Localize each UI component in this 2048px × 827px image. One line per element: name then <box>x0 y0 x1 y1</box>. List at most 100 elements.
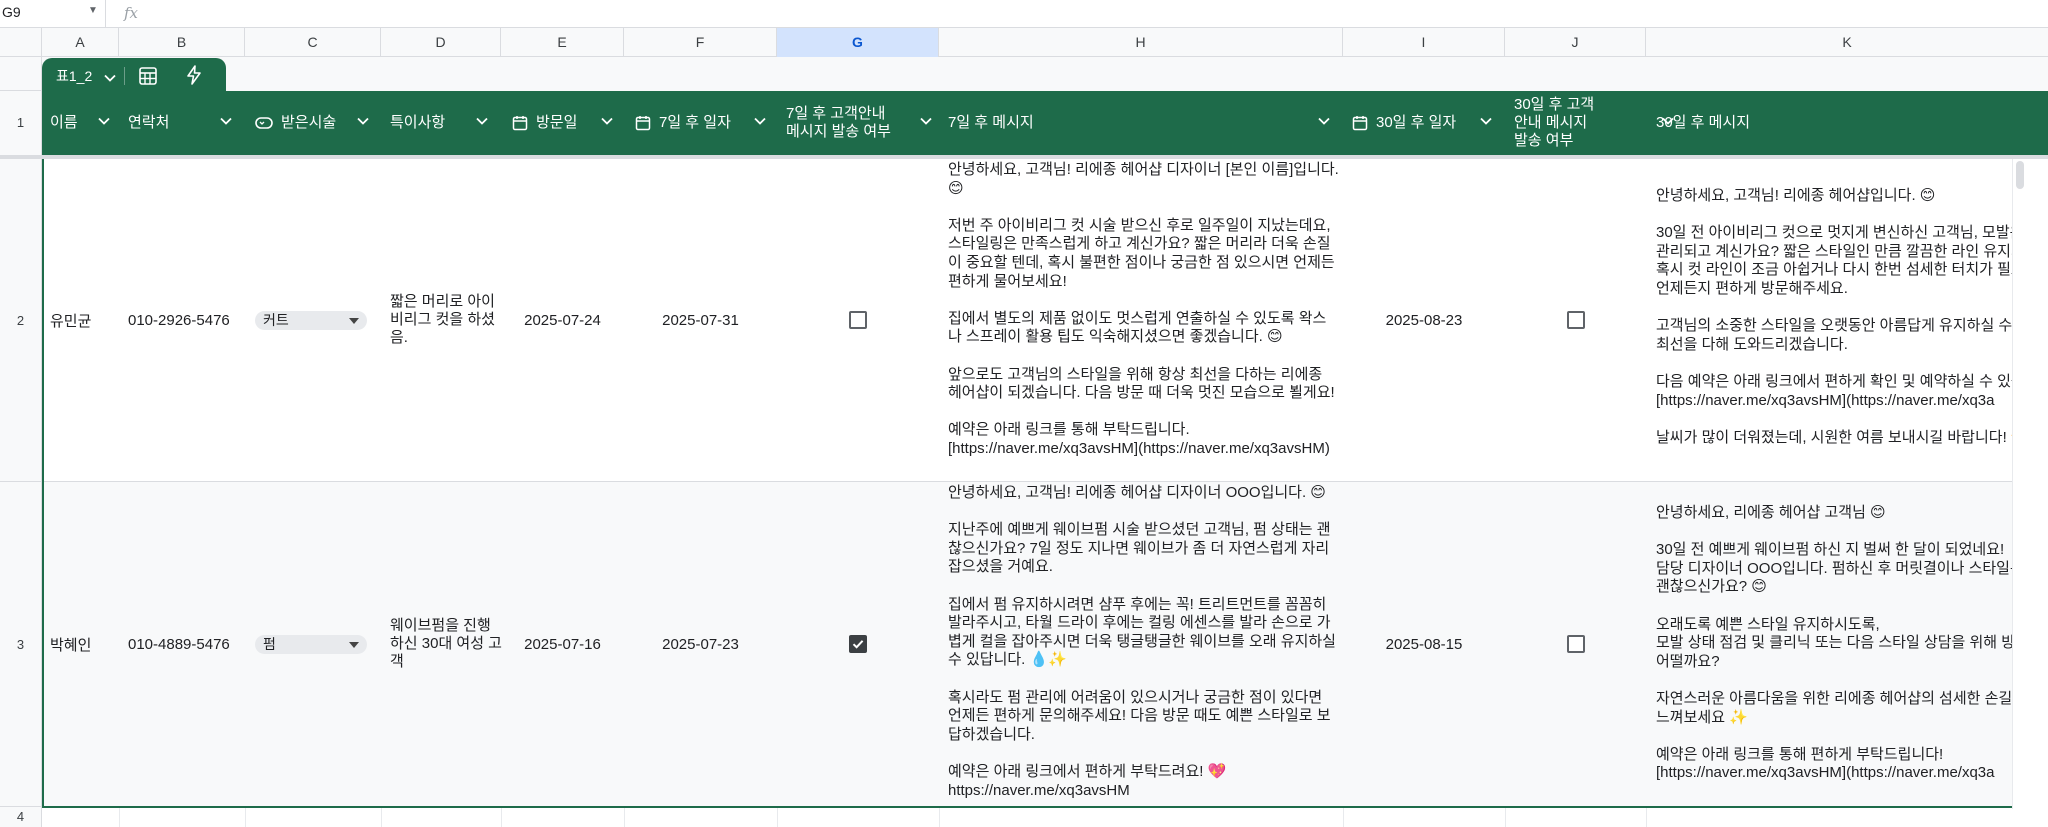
after30-sent-checkbox[interactable] <box>1566 311 1585 329</box>
cell-phone[interactable]: 010-4889-5476 <box>128 482 248 806</box>
chip-dropdown-icon[interactable] <box>349 317 359 324</box>
service-chip[interactable]: 펌 <box>255 634 367 654</box>
row-header-2[interactable]: 2 <box>0 159 42 482</box>
header-after30-date[interactable]: 30일 후 일자 <box>1352 91 1502 155</box>
chevron-down-icon[interactable] <box>220 117 232 125</box>
cell-service[interactable]: 펌 <box>255 482 380 806</box>
table-name[interactable]: 표1_2 <box>56 66 92 86</box>
row-header-3[interactable]: 3 <box>0 482 42 807</box>
header-after7-date[interactable]: 7일 후 일자 <box>635 91 780 155</box>
chevron-down-icon[interactable] <box>754 117 766 125</box>
column-header-f[interactable]: F <box>624 28 777 57</box>
header-after7-sent[interactable]: 7일 후 고객안내 메시지 발송 여부 <box>786 91 938 155</box>
chevron-down-icon[interactable] <box>98 117 110 125</box>
name-box[interactable]: G9 ▼ <box>0 0 106 27</box>
cell-visit-date[interactable]: 2025-07-16 <box>501 482 624 806</box>
cell-after30-sent[interactable] <box>1505 482 1646 806</box>
chevron-down-icon[interactable] <box>104 69 116 86</box>
table-border-bottom <box>42 806 2012 808</box>
column-header-d[interactable]: D <box>381 28 501 57</box>
column-header-i[interactable]: I <box>1343 28 1505 57</box>
header-phone[interactable]: 연락처 <box>128 91 246 155</box>
cell-name[interactable]: 유민균 <box>50 159 120 481</box>
chevron-down-icon[interactable] <box>920 117 932 125</box>
header-after7-sent-line2: 메시지 발송 여부 <box>786 123 891 140</box>
cell-after7-date[interactable]: 2025-07-23 <box>624 482 777 806</box>
cell-after7-msg[interactable]: 안녕하세요, 고객님! 리에종 헤어샵 디자이너 OOO입니다. 😊 지난주에 … <box>948 484 1340 805</box>
header-after30-sent[interactable]: 30일 후 고객 안내 메시지 발송 여부 <box>1514 91 1674 155</box>
cell-after30-date[interactable]: 2025-08-23 <box>1343 159 1505 481</box>
gridline <box>1505 807 1506 827</box>
scrollbar-thumb[interactable] <box>2016 161 2024 189</box>
gridline <box>245 807 246 827</box>
header-notes[interactable]: 특이사항 <box>390 91 502 155</box>
header-after30-msg-label: 30일 후 메시지 <box>1656 114 1751 131</box>
table-tab-band <box>42 57 2048 91</box>
column-header-c[interactable]: C <box>245 28 381 57</box>
header-after7-msg[interactable]: 7일 후 메시지 <box>948 91 1338 155</box>
cell-after7-msg[interactable]: 안녕하세요, 고객님! 리에종 헤어샵 디자이너 [본인 이름]입니다. 😊 저… <box>948 161 1340 480</box>
table-row: 박혜인 010-4889-5476 펌 웨이브펌을 진행하신 30대 여성 고객… <box>42 482 2012 807</box>
cell-after30-msg[interactable]: 안녕하세요, 리에종 헤어샵 고객님 😊 30일 전 예쁘게 웨이브펌 하신 지… <box>1656 504 2012 804</box>
column-header-e[interactable]: E <box>501 28 624 57</box>
row-header-blank <box>0 57 42 91</box>
column-header-k[interactable]: K <box>1646 28 2048 57</box>
header-phone-label: 연락처 <box>128 114 170 131</box>
after7-sent-checkbox[interactable] <box>849 635 867 653</box>
cell-after7-date[interactable]: 2025-07-31 <box>624 159 777 481</box>
chevron-down-icon[interactable] <box>1318 117 1330 125</box>
service-chip-label: 커트 <box>263 311 289 328</box>
header-visit-date-label: 방문일 <box>536 114 578 131</box>
cell-after7-sent[interactable] <box>777 482 939 806</box>
header-after7-sent-label: 7일 후 고객안내 메시지 발송 여부 <box>786 105 891 141</box>
row-header-1[interactable]: 1 <box>0 91 42 159</box>
column-header-a[interactable]: A <box>42 28 119 57</box>
calculator-icon[interactable] <box>138 66 158 90</box>
service-chip-label: 펌 <box>263 635 276 652</box>
cell-phone[interactable]: 010-2926-5476 <box>128 159 248 481</box>
vertical-scrollbar[interactable] <box>2012 159 2028 809</box>
select-all-corner[interactable] <box>0 28 42 57</box>
header-after7-date-label: 7일 후 일자 <box>659 114 731 131</box>
chevron-down-icon[interactable] <box>601 117 613 125</box>
cell-service[interactable]: 커트 <box>255 159 380 481</box>
column-header-h[interactable]: H <box>939 28 1343 57</box>
column-header-g[interactable]: G <box>777 28 939 57</box>
table-row-empty[interactable] <box>42 807 2012 827</box>
gridline <box>501 807 502 827</box>
header-name[interactable]: 이름 <box>50 91 119 155</box>
header-after30-msg[interactable]: 30일 후 메시지 <box>1656 91 1956 155</box>
table-tab[interactable]: 표1_2 <box>42 58 226 92</box>
header-visit-date[interactable]: 방문일 <box>512 91 627 155</box>
chevron-down-icon[interactable] <box>1480 117 1492 125</box>
service-chip[interactable]: 커트 <box>255 310 367 330</box>
gridline <box>381 807 382 827</box>
column-header-strip: A B C D E F G H I J K <box>0 28 2048 57</box>
cell-after30-msg[interactable]: 안녕하세요, 고객님! 리에종 헤어샵입니다. 😊 30일 전 아이비리그 컷으… <box>1656 187 2012 467</box>
header-service[interactable]: 받은시술 <box>255 91 383 155</box>
cell-after30-date[interactable]: 2025-08-15 <box>1343 482 1505 806</box>
table-border-left <box>42 159 44 807</box>
header-name-label: 이름 <box>50 114 78 131</box>
cell-notes[interactable]: 웨이브펌을 진행하신 30대 여성 고객 <box>390 482 502 806</box>
after30-sent-checkbox[interactable] <box>1566 635 1585 653</box>
name-box-dropdown-icon[interactable]: ▼ <box>88 5 98 16</box>
calendar-icon <box>512 115 528 131</box>
column-header-b[interactable]: B <box>119 28 245 57</box>
cell-visit-date[interactable]: 2025-07-24 <box>501 159 624 481</box>
tab-divider <box>124 67 125 85</box>
cell-notes[interactable]: 짧은 머리로 아이비리그 컷을 하셨음. <box>390 159 502 481</box>
cell-name[interactable]: 박혜인 <box>50 482 120 806</box>
gridline <box>1646 807 1647 827</box>
cell-after7-sent[interactable] <box>777 159 939 481</box>
header-after30-date-label: 30일 후 일자 <box>1376 114 1457 131</box>
chevron-down-icon[interactable] <box>357 117 369 125</box>
chevron-down-icon[interactable] <box>476 117 488 125</box>
lightning-icon[interactable] <box>186 65 202 89</box>
row-header-4[interactable]: 4 <box>0 807 42 827</box>
after7-sent-checkbox[interactable] <box>849 311 867 329</box>
column-header-j[interactable]: J <box>1505 28 1646 57</box>
header-after7-sent-line1: 7일 후 고객안내 <box>786 105 886 122</box>
chip-dropdown-icon[interactable] <box>349 641 359 648</box>
cell-after30-sent[interactable] <box>1505 159 1646 481</box>
